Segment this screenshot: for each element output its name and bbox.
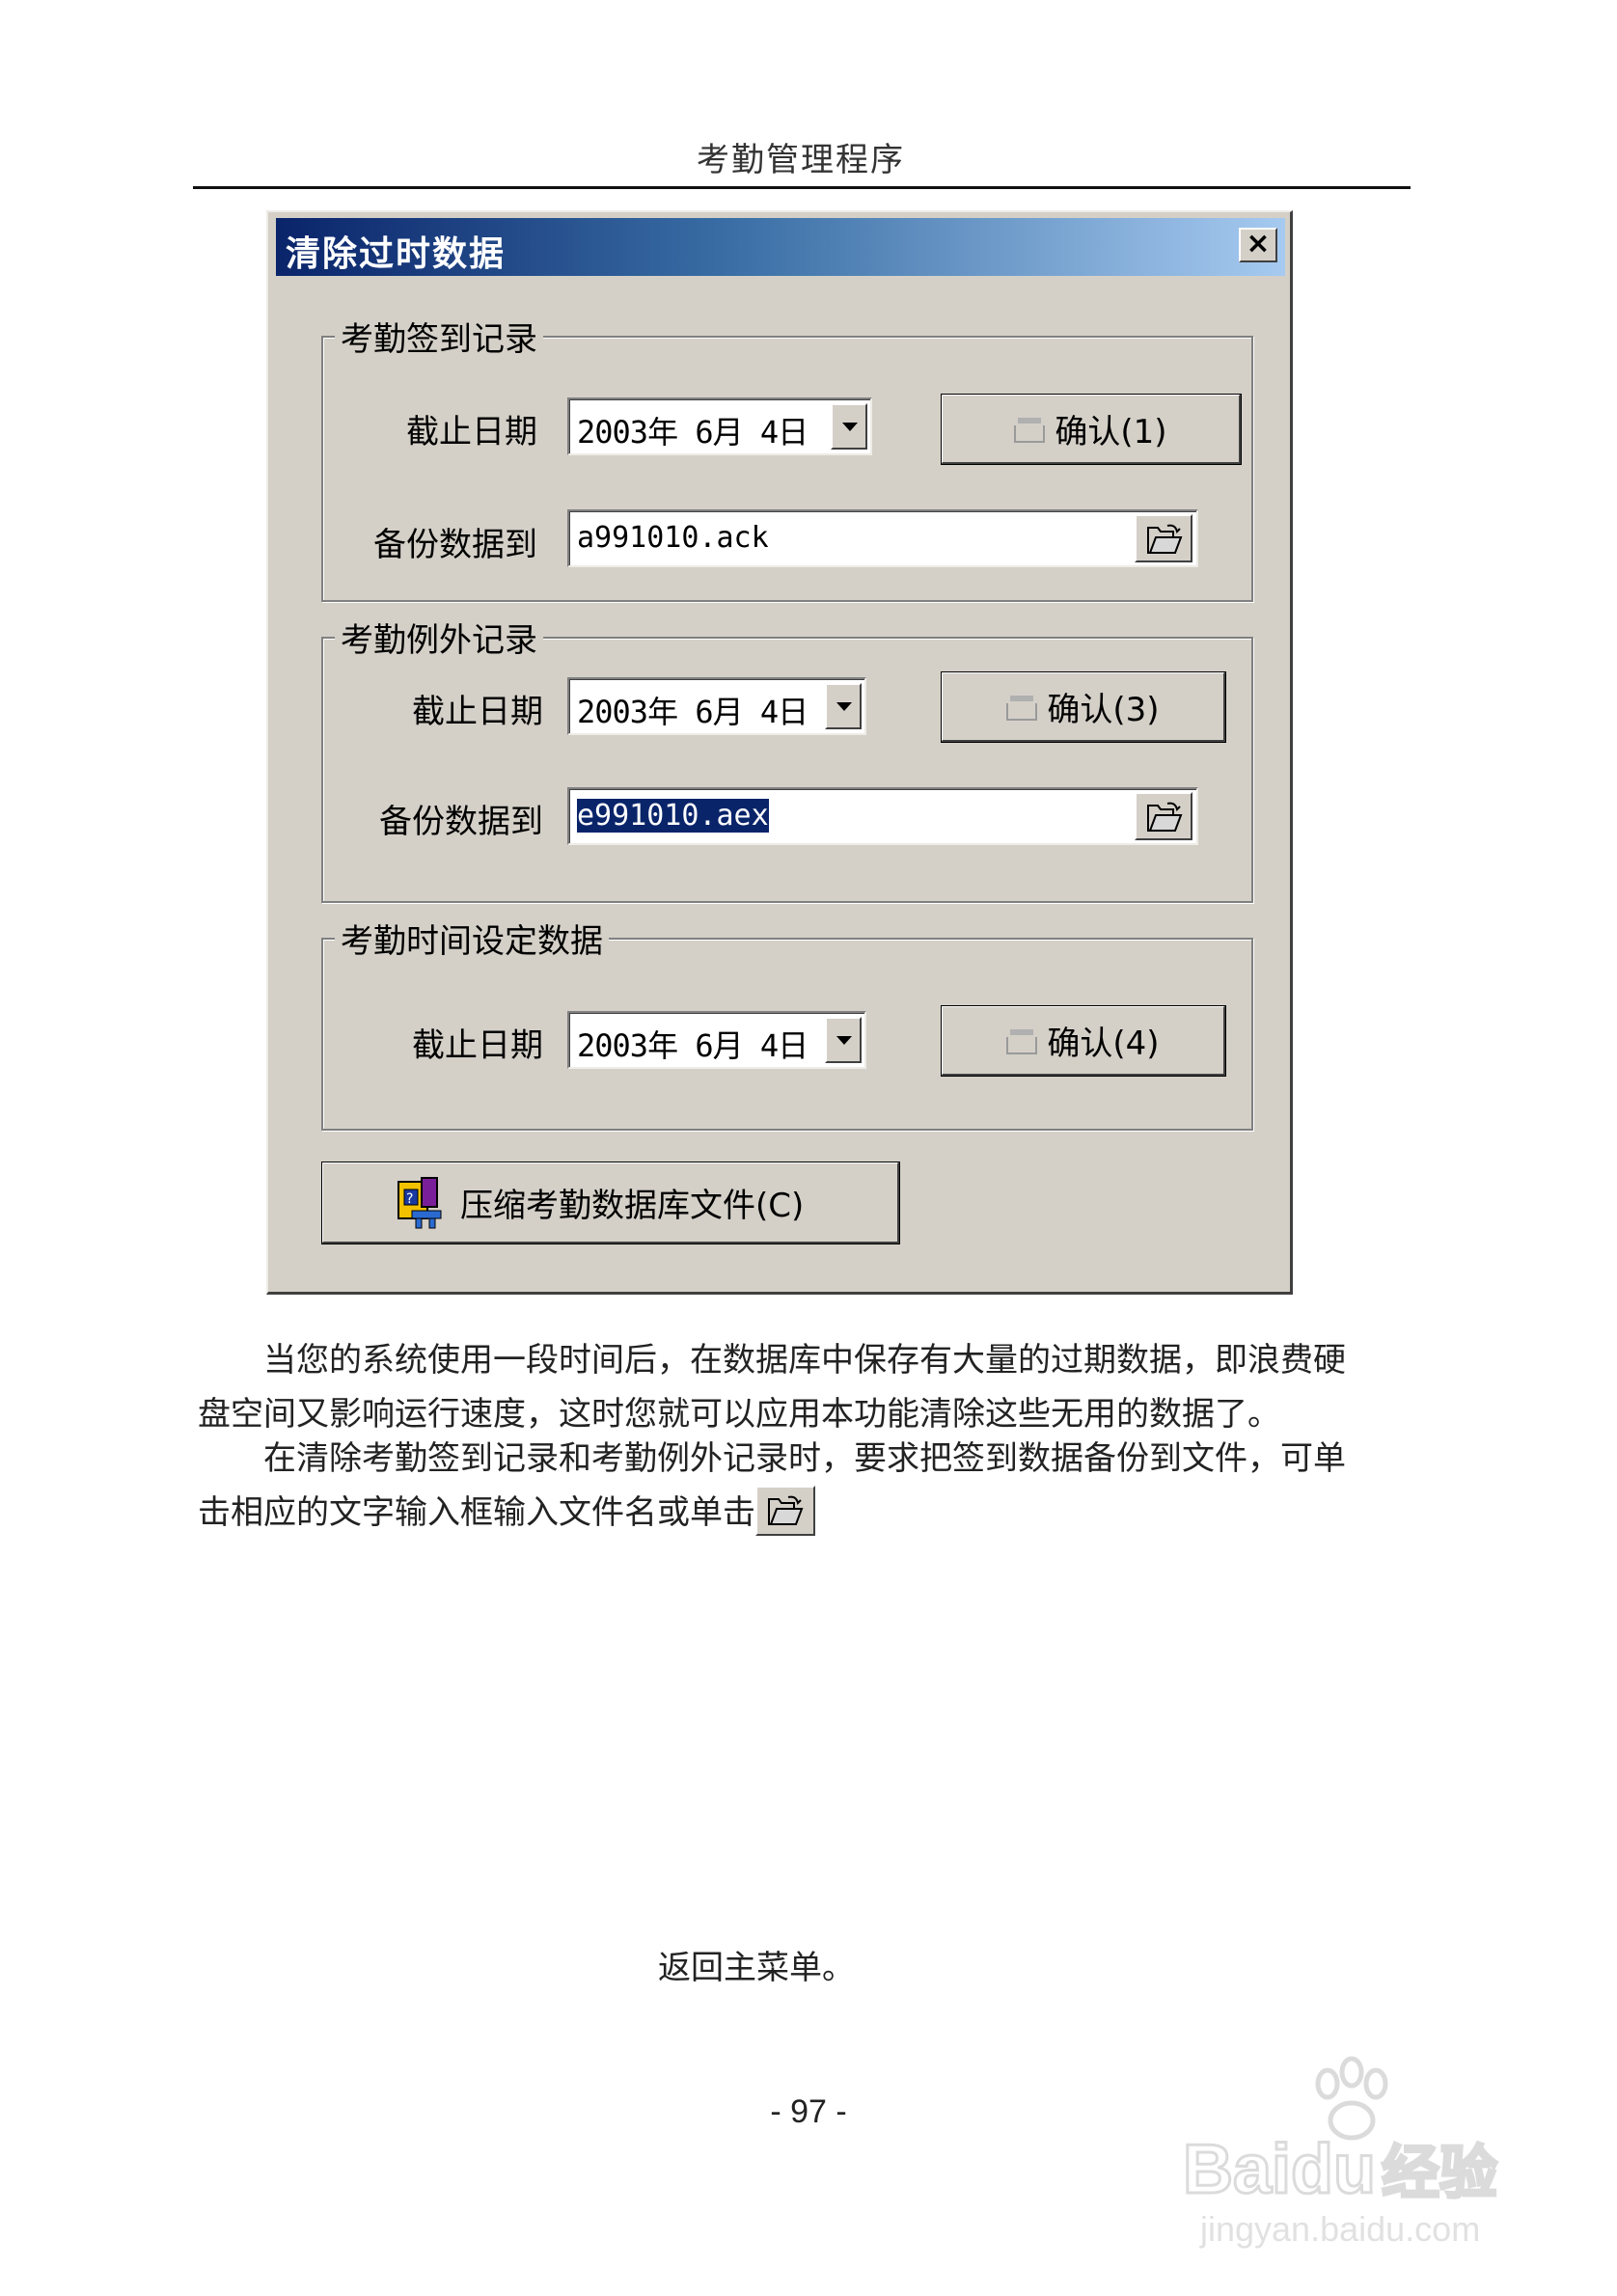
close-button[interactable]: ×: [1239, 228, 1277, 262]
sign-in-date-label: 截止日期: [406, 413, 537, 451]
sign-in-backup-field[interactable]: a991010.ack: [567, 509, 1198, 567]
header-rule: [193, 186, 1411, 189]
sign-in-date-picker[interactable]: 2003年 6月 4日: [567, 397, 872, 455]
exception-group: 考勤例外记录 截止日期 2003年 6月 4日 确认(3) 备份数据到 e991…: [321, 614, 1253, 903]
compress-database-button[interactable]: ? 压缩考勤数据库文件(C): [321, 1162, 900, 1244]
confirm-1-button[interactable]: 确认(1): [941, 394, 1242, 465]
paragraph-2-line-2-wrap: 击相应的文字输入框输入文件名或单击: [198, 1486, 1415, 1540]
paragraph-2-line-1: 在清除考勤签到记录和考勤例外记录时，要求把签到数据备份到文件，可单: [263, 1439, 1346, 1478]
sign-in-date-value: 2003年 6月 4日: [577, 414, 808, 451]
time-setting-date-picker[interactable]: 2003年 6月 4日: [567, 1011, 866, 1069]
page-header: 考勤管理程序: [697, 141, 905, 179]
chevron-down-icon[interactable]: [831, 403, 867, 450]
confirm-3-button[interactable]: 确认(3): [941, 671, 1226, 743]
eraser-icon: [1006, 1028, 1038, 1054]
watermark-brand-2: du: [1290, 2130, 1378, 2210]
svg-text:?: ?: [406, 1191, 413, 1207]
paragraph-2: 在清除考勤签到记录和考勤例外记录时，要求把签到数据备份到文件，可单 击相应的文字…: [198, 1432, 1415, 1540]
open-folder-icon: [1147, 802, 1183, 832]
paragraph-1: 当您的系统使用一段时间后，在数据库中保存有大量的过期数据，即浪费硬 盘空间又影响…: [198, 1333, 1415, 1441]
paragraph-1-line-1: 当您的系统使用一段时间后，在数据库中保存有大量的过期数据，即浪费硬: [263, 1341, 1346, 1380]
watermark-brand: Bai: [1181, 2130, 1292, 2210]
sign-in-backup-label: 备份数据到: [373, 526, 537, 564]
return-text: 返回主菜单。: [658, 1949, 855, 1987]
time-setting-group: 考勤时间设定数据 截止日期 2003年 6月 4日 确认(4): [321, 915, 1253, 1131]
confirm-4-button[interactable]: 确认(4): [941, 1005, 1226, 1077]
watermark-url: jingyan.baidu.com: [1200, 2209, 1481, 2249]
browse-button-3[interactable]: [1135, 792, 1192, 840]
exception-date-picker[interactable]: 2003年 6月 4日: [567, 677, 866, 735]
dialog-titlebar[interactable]: 清除过时数据 ×: [276, 218, 1285, 276]
exception-date-label: 截止日期: [412, 693, 543, 731]
eraser-icon: [1014, 417, 1046, 443]
time-setting-group-title: 考勤时间设定数据: [335, 915, 609, 962]
exception-backup-label: 备份数据到: [379, 803, 543, 841]
exception-date-value: 2003年 6月 4日: [577, 694, 808, 730]
compress-database-label: 压缩考勤数据库文件(C): [460, 1187, 805, 1225]
database-tools-icon: ?: [397, 1176, 442, 1228]
exception-group-title: 考勤例外记录: [335, 614, 543, 661]
dialog-title: 清除过时数据: [286, 234, 507, 274]
time-setting-date-value: 2003年 6月 4日: [577, 1027, 808, 1064]
inline-browse-button: [755, 1486, 815, 1536]
chevron-down-icon[interactable]: [825, 683, 862, 729]
time-setting-date-label: 截止日期: [412, 1026, 543, 1065]
exception-backup-field[interactable]: e991010.aex: [567, 787, 1198, 845]
watermark-product: 经验: [1381, 2140, 1499, 2207]
chevron-down-icon[interactable]: [825, 1017, 862, 1063]
eraser-icon: [1006, 695, 1038, 721]
baidu-jingyan-watermark: Baidu 经验 jingyan.baidu.com: [1181, 2055, 1549, 2249]
sign-in-group-title: 考勤签到记录: [335, 313, 543, 360]
browse-button-1[interactable]: [1135, 514, 1192, 562]
confirm-4-label: 确认(4): [1047, 1025, 1160, 1063]
paragraph-2-line-2: 击相应的文字输入框输入文件名或单击: [198, 1493, 755, 1532]
sign-in-backup-value: a991010.ack: [577, 521, 769, 555]
open-folder-icon: [1147, 524, 1183, 554]
confirm-1-label: 确认(1): [1055, 413, 1167, 451]
open-folder-icon: [768, 1495, 804, 1525]
exception-backup-value: e991010.aex: [577, 799, 769, 833]
clear-data-dialog: 清除过时数据 × 考勤签到记录 截止日期 2003年 6月 4日 确认(1) 备…: [266, 210, 1293, 1295]
confirm-3-label: 确认(3): [1047, 691, 1160, 729]
sign-in-group: 考勤签到记录 截止日期 2003年 6月 4日 确认(1) 备份数据到 a991…: [321, 313, 1253, 602]
